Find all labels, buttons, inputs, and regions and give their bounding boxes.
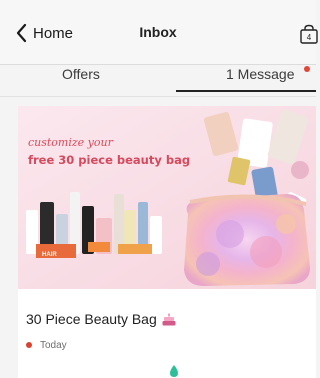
message-date: Today bbox=[26, 338, 67, 352]
message-title: 30 Piece Beauty Bag bbox=[26, 311, 176, 327]
app-header: Home Inbox 4 bbox=[0, 0, 318, 65]
tabs-divider bbox=[0, 96, 316, 97]
active-tab-indicator bbox=[176, 90, 316, 92]
tab-offers[interactable]: Offers bbox=[62, 66, 100, 82]
message-title-text: 30 Piece Beauty Bag bbox=[26, 311, 157, 327]
cake-icon bbox=[162, 313, 176, 325]
promo-script-text: customize your bbox=[28, 136, 113, 149]
product-label: HAIR bbox=[42, 252, 57, 258]
tab-messages[interactable]: 1 Message bbox=[226, 66, 294, 82]
unread-indicator bbox=[26, 342, 32, 348]
message-card[interactable]: customize your free 30 piece beauty bag … bbox=[18, 106, 316, 378]
inbox-tabs: Offers 1 Message bbox=[0, 58, 316, 94]
promo-headline: free 30 piece beauty bag bbox=[28, 153, 191, 167]
unread-dot bbox=[304, 66, 310, 72]
promo-banner: customize your free 30 piece beauty bag … bbox=[18, 106, 316, 289]
droplet-icon[interactable] bbox=[167, 364, 181, 378]
page-title: Inbox bbox=[139, 24, 177, 40]
shopping-bag-icon[interactable]: 4 bbox=[300, 24, 318, 44]
bag-count: 4 bbox=[307, 33, 312, 42]
banner-illustration bbox=[18, 106, 316, 289]
date-label: Today bbox=[40, 339, 67, 351]
